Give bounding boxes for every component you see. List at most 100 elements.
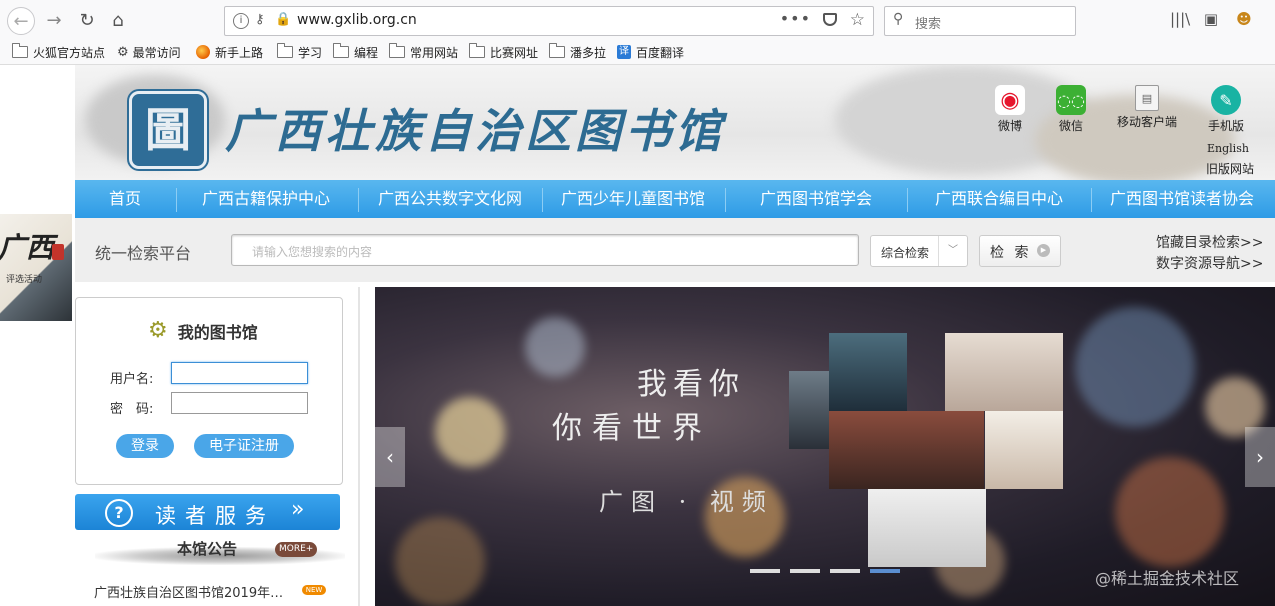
slide-dot[interactable] [750, 569, 780, 573]
info-icon[interactable]: i [233, 13, 249, 29]
old-site-link[interactable]: 旧版网站 [1206, 160, 1254, 177]
gear-icon: ⚙ [117, 44, 129, 60]
digital-resource-link[interactable]: 数字资源导航>> [1156, 253, 1263, 273]
photo-movie-heroes [789, 371, 829, 449]
banner-prev-button[interactable]: ‹ [375, 427, 405, 487]
play-icon: ▶ [1037, 244, 1050, 257]
sidebar-icon[interactable]: ▣ [1201, 10, 1221, 30]
nav-item-cataloging-center[interactable]: 广西联合编目中心 [935, 180, 1063, 218]
folder-icon [333, 43, 349, 58]
bookmark-item[interactable]: 火狐官方站点 [12, 43, 105, 61]
browser-search-input[interactable]: ⚲ 搜索 [884, 6, 1076, 36]
notice-title: 本馆公告 [177, 540, 238, 558]
banner-next-button[interactable]: › [1245, 427, 1275, 487]
bookmark-item[interactable]: 比赛网址 [469, 43, 538, 61]
library-icon[interactable]: |||\ [1170, 10, 1190, 30]
side-ad-banner[interactable]: 广西 评选活动 [0, 214, 72, 321]
qr-code-icon: ▤ [1135, 85, 1159, 111]
folder-icon [389, 43, 405, 58]
password-label: 密 码: [110, 402, 154, 417]
search-button[interactable]: 检 索 ▶ [979, 235, 1061, 267]
key-icon[interactable]: ⚷ [255, 12, 265, 27]
red-seal-icon [52, 244, 64, 260]
chevron-right-icon: » [291, 497, 305, 522]
url-bar[interactable]: i ⚷ 🔒 www.gxlib.org.cn ••• ☆ [224, 6, 874, 36]
reader-service-label: 读者服务 [155, 504, 275, 528]
mobile-client-link[interactable]: ▤ 移动客户端 [1112, 85, 1182, 130]
weibo-link[interactable]: ◉ 微博 [980, 85, 1040, 134]
monkey-icon[interactable]: ☻ [1234, 10, 1254, 30]
forward-button[interactable]: → [42, 8, 66, 32]
insecure-lock-icon[interactable]: 🔒 [275, 12, 291, 27]
search-platform-label: 统一检索平台 [95, 244, 192, 263]
bookmark-star-icon[interactable]: ☆ [850, 10, 865, 30]
nav-separator [542, 188, 543, 212]
photo-dancer [985, 411, 1063, 489]
pocket-icon[interactable] [823, 13, 837, 26]
site-search-input[interactable]: 请输入您想搜索的内容 [231, 234, 859, 266]
login-box: ⚙ 我的图书馆 用户名: 密 码: 登录 电子证注册 [75, 297, 343, 485]
url-text[interactable]: www.gxlib.org.cn [297, 12, 417, 28]
nav-item-library-society[interactable]: 广西图书馆学会 [760, 180, 872, 218]
catalog-search-link[interactable]: 馆藏目录检索>> [1156, 232, 1263, 252]
library-title[interactable]: 广西壮族自治区图书馆 [225, 95, 725, 161]
home-button[interactable]: ⌂ [106, 8, 130, 32]
video-banner[interactable]: 我看你 你看世界 广图 · 视频 ‹ › [375, 287, 1275, 606]
firefox-icon [196, 45, 210, 59]
main-nav: 首页 广西古籍保护中心 广西公共数字文化网 广西少年儿童图书馆 广西图书馆学会 … [75, 180, 1275, 218]
reader-service-button[interactable]: ? 读者服务 » [75, 494, 340, 530]
watermark: @稀土掘金技术社区 [1095, 569, 1240, 588]
register-button[interactable]: 电子证注册 [194, 434, 294, 458]
slide-dot[interactable] [830, 569, 860, 573]
photo-animated-character [829, 333, 907, 411]
folder-icon [469, 43, 485, 58]
phone-icon: ✎ [1211, 85, 1241, 115]
page-actions-icon[interactable]: ••• [780, 9, 811, 28]
folder-icon [549, 43, 565, 58]
notice-item[interactable]: 广西壮族自治区图书馆2019年… [94, 582, 304, 601]
side-ad-caption: 评选活动 [6, 275, 43, 285]
more-link[interactable]: MORE+ [275, 542, 318, 557]
library-seal-logo[interactable]: 圖 [129, 91, 207, 169]
nav-item-guji[interactable]: 广西古籍保护中心 [202, 180, 330, 218]
english-link[interactable]: English [1207, 142, 1249, 155]
wechat-icon: ◌◌ [1056, 85, 1086, 115]
nav-separator [1091, 188, 1092, 212]
nav-item-children-library[interactable]: 广西少年儿童图书馆 [561, 180, 705, 218]
side-ad-title: 广西 [0, 231, 55, 264]
bookmark-item[interactable]: 新手上路 [196, 43, 263, 61]
browser-toolbar: ← → ↻ ⌂ i ⚷ 🔒 www.gxlib.org.cn ••• ☆ ⚲ 搜… [0, 0, 1275, 41]
login-button[interactable]: 登录 [116, 434, 174, 458]
search-type-select[interactable]: 综合检索 ﹀ [870, 235, 968, 267]
bookmark-item[interactable]: 潘多拉 [549, 43, 606, 61]
wechat-link[interactable]: ◌◌ 微信 [1041, 85, 1101, 134]
folder-icon [12, 43, 28, 58]
username-input[interactable] [171, 362, 308, 384]
gear-icon: ⚙ [148, 318, 168, 343]
site-header: 圖 广西壮族自治区图书馆 ◉ 微博 ◌◌ 微信 ▤ 移动客户端 ✎ 手机版 En… [75, 65, 1275, 181]
password-input[interactable] [171, 392, 308, 414]
bookmark-item[interactable]: 常用网站 [389, 43, 458, 61]
photo-children-group [829, 411, 984, 489]
reload-button[interactable]: ↻ [75, 8, 99, 32]
nav-item-home[interactable]: 首页 [109, 180, 141, 218]
unified-search-row: 统一检索平台 请输入您想搜索的内容 综合检索 ﹀ 检 索 ▶ 馆藏目录检索>> … [75, 218, 1275, 282]
translate-icon: 译 [617, 45, 631, 59]
page-content: 圖 广西壮族自治区图书馆 ◉ 微博 ◌◌ 微信 ▤ 移动客户端 ✎ 手机版 En… [0, 65, 1275, 606]
slide-dot-active[interactable] [870, 569, 900, 573]
bookmark-item[interactable]: 学习 [277, 43, 322, 61]
nav-item-digital-culture[interactable]: 广西公共数字文化网 [378, 180, 522, 218]
slide-dot[interactable] [790, 569, 820, 573]
bokeh-light [525, 317, 585, 377]
back-button[interactable]: ← [7, 7, 35, 35]
chevron-down-icon[interactable]: ﹀ [938, 236, 967, 266]
search-type-value: 综合检索 [881, 246, 930, 260]
weibo-icon: ◉ [995, 85, 1025, 115]
mobile-version-link[interactable]: ✎ 手机版 [1196, 85, 1256, 134]
nav-item-reader-association[interactable]: 广西图书馆读者协会 [1110, 180, 1254, 218]
bookmark-item[interactable]: ⚙ 最常访问 [117, 43, 181, 61]
site-search-placeholder: 请输入您想搜索的内容 [252, 245, 373, 259]
bookmark-item[interactable]: 译百度翻译 [617, 43, 684, 61]
bookmark-item[interactable]: 编程 [333, 43, 378, 61]
column-divider [358, 287, 360, 606]
